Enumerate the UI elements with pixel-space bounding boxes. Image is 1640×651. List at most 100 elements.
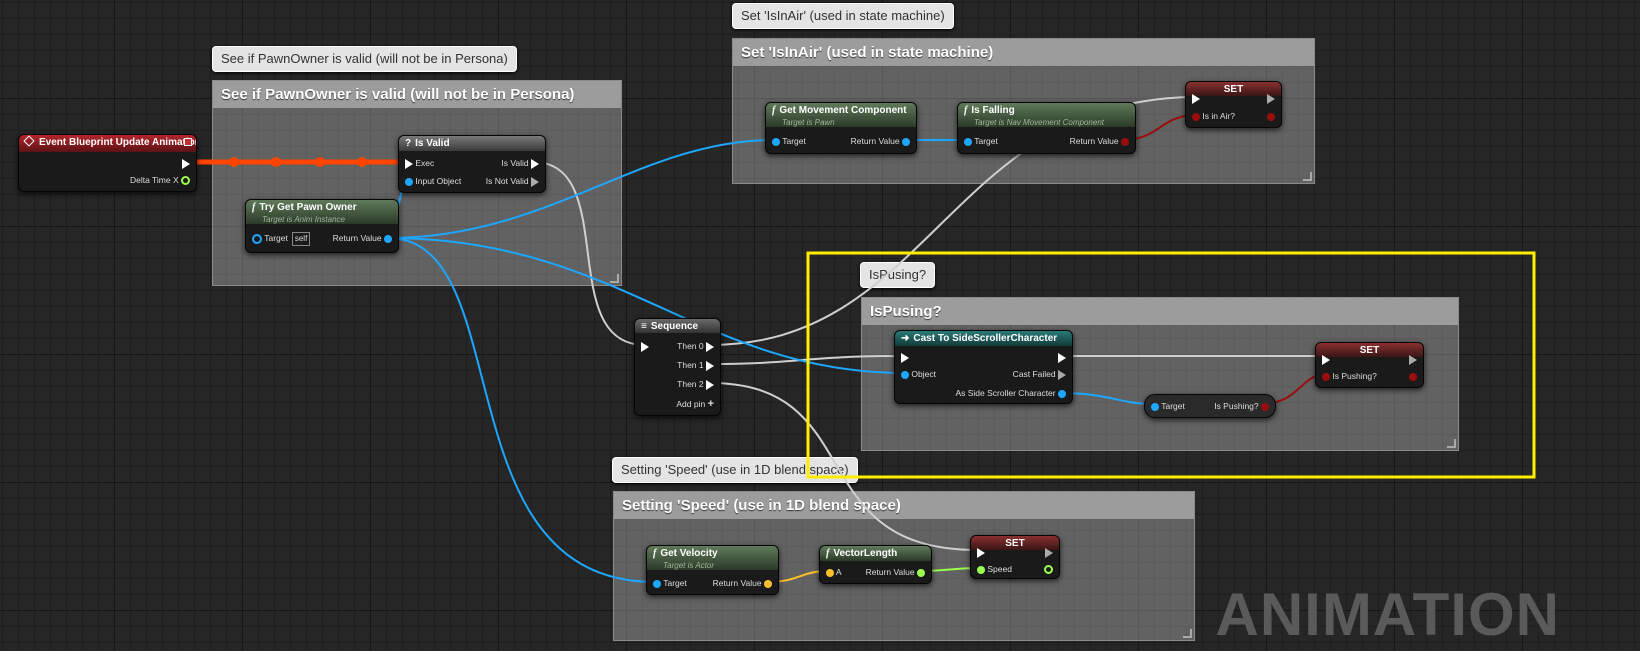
node-set-is-pushing[interactable]: SET Is Pushing? — [1315, 342, 1424, 388]
pin-as-sidescroller[interactable]: As Side Scroller Character — [955, 387, 1066, 399]
pin-is-pushing[interactable]: Is Pushing? — [1214, 400, 1269, 412]
node-title: Is Falling — [971, 105, 1015, 116]
pin-label: Target — [974, 136, 998, 146]
exec-arrow-icon — [901, 352, 909, 363]
node-header[interactable]: f VectorLength — [820, 546, 931, 561]
function-icon: f — [772, 105, 776, 116]
pin-exec-in[interactable]: Exec — [405, 157, 434, 169]
node-title: Get Velocity — [660, 548, 718, 559]
node-header[interactable]: ➜ Cast To SideScrollerCharacter — [895, 331, 1072, 346]
pin-is-in-air-out[interactable] — [1267, 110, 1275, 122]
pin-label: As Side Scroller Character — [955, 388, 1056, 398]
pin-target[interactable]: Target — [1151, 400, 1185, 412]
pin-object[interactable]: Object — [901, 368, 936, 380]
node-try-get-pawn-owner[interactable]: f Try Get Pawn Owner Target is Anim Insta… — [245, 199, 399, 253]
pin-label: Input Object — [415, 176, 462, 186]
node-is-valid[interactable]: ? Is Valid Exec Input Object Is Valid Is … — [398, 135, 546, 193]
pin-is-in-air[interactable]: Is in Air? — [1192, 110, 1235, 122]
exec-in-pin[interactable] — [901, 351, 909, 363]
pin-label: Speed — [987, 564, 1012, 574]
pin-target[interactable]: Target — [653, 577, 687, 589]
node-header[interactable]: ? Is Valid — [399, 136, 545, 151]
node-vector-length[interactable]: f VectorLength A Return Value — [819, 545, 932, 584]
node-set-speed[interactable]: SET Speed — [970, 535, 1060, 579]
pin-speed-out[interactable] — [1044, 563, 1053, 575]
exec-arrow-outline-icon — [1409, 354, 1417, 365]
pin-return-value[interactable]: Return Value — [851, 135, 910, 147]
bool-pin-icon — [1409, 372, 1417, 381]
exec-out-pin[interactable] — [1409, 353, 1417, 365]
node-header[interactable]: f Get Movement Component Target is Pawn — [766, 103, 916, 127]
exec-out-pin[interactable] — [1058, 351, 1066, 363]
pin-cast-failed[interactable]: Cast Failed — [1013, 368, 1066, 380]
pin-input-object[interactable]: Input Object — [405, 175, 461, 187]
exec-arrow-outline-icon — [531, 176, 539, 187]
close-square-icon — [184, 138, 192, 146]
object-pin-icon — [964, 137, 972, 146]
node-title: Get Movement Component — [779, 105, 907, 116]
object-wire-pawn-getvelocity — [387, 237, 656, 583]
pin-then-0[interactable]: Then 0 — [677, 340, 714, 352]
pin-label: Is Valid — [501, 158, 529, 168]
exec-in-pin[interactable] — [977, 546, 985, 558]
bool-pin-icon — [1121, 137, 1129, 146]
function-icon: f — [826, 548, 830, 559]
pin-is-pushing-out[interactable] — [1409, 370, 1417, 382]
exec-arrow-icon — [706, 360, 714, 371]
exec-in-pin[interactable] — [641, 340, 649, 352]
pin-target[interactable]: Target — [772, 135, 806, 147]
node-header[interactable]: SET — [1316, 343, 1423, 357]
node-subtitle: Target is Anim Instance — [262, 215, 346, 224]
pin-is-valid[interactable]: Is Valid — [501, 157, 539, 169]
pin-speed[interactable]: Speed — [977, 563, 1012, 575]
self-default-value[interactable]: self — [291, 232, 311, 246]
exec-in-pin[interactable] — [1192, 92, 1200, 104]
pin-target[interactable]: Target — [964, 135, 998, 147]
exec-wire-knot — [315, 157, 325, 167]
pin-then-1[interactable]: Then 1 — [677, 359, 714, 371]
exec-out-pin[interactable] — [1045, 546, 1053, 558]
node-header[interactable]: Event Blueprint Update Animation — [19, 135, 196, 152]
node-get-is-pushing[interactable]: Target Is Pushing? — [1144, 394, 1276, 418]
node-set-is-in-air[interactable]: SET Is in Air? — [1185, 81, 1282, 128]
pin-delta-time[interactable]: Delta Time X — [130, 174, 190, 186]
exec-arrow-icon — [1058, 352, 1066, 363]
node-title: SET — [1223, 84, 1244, 95]
node-cast-to-sidescroller[interactable]: ➜ Cast To SideScrollerCharacter Object Ca… — [894, 330, 1073, 404]
float-pin-icon — [1044, 565, 1053, 575]
node-title: Sequence — [650, 321, 699, 332]
pin-is-pushing[interactable]: Is Pushing? — [1322, 370, 1377, 382]
node-get-velocity[interactable]: f Get Velocity Target is Actor Target Ret… — [646, 545, 779, 595]
bool-pin-icon — [1267, 112, 1275, 121]
function-icon: f — [252, 202, 256, 213]
exec-in-pin[interactable] — [1322, 353, 1330, 365]
pin-return-value[interactable]: Return Value — [1070, 135, 1129, 147]
node-header[interactable]: f Get Velocity Target is Actor — [647, 546, 778, 570]
node-get-movement-component[interactable]: f Get Movement Component Target is Pawn T… — [765, 102, 917, 154]
pin-label: Is in Air? — [1202, 111, 1235, 121]
node-title: VectorLength — [833, 548, 898, 559]
pin-return-value[interactable]: Return Value — [866, 566, 925, 578]
node-header[interactable]: f Try Get Pawn Owner Target is Anim Insta… — [246, 200, 398, 224]
node-header[interactable]: f Is Falling Target is Nav Movement Compo… — [958, 103, 1135, 127]
pin-return-value[interactable]: Return Value — [333, 232, 392, 244]
bool-pin-icon — [1192, 112, 1200, 121]
node-event-update-animation[interactable]: Event Blueprint Update Animation Delta T… — [18, 134, 197, 192]
pin-is-not-valid[interactable]: Is Not Valid — [486, 175, 539, 187]
pin-label: Exec — [415, 158, 435, 168]
exec-out-pin[interactable] — [182, 157, 190, 169]
pin-a[interactable]: A — [826, 566, 842, 578]
pin-label: Target — [782, 136, 806, 146]
add-pin-button[interactable]: Add pin + — [676, 398, 714, 410]
node-sequence[interactable]: ≡ Sequence Then 0 Then 1 Then 2 Add pin + — [634, 318, 721, 416]
exec-out-pin[interactable] — [1267, 92, 1275, 104]
pin-target[interactable]: Target self — [252, 232, 311, 246]
node-is-falling[interactable]: f Is Falling Target is Nav Movement Compo… — [957, 102, 1136, 154]
pin-label: Return Value — [712, 578, 762, 588]
exec-arrow-icon — [182, 158, 190, 169]
exec-wire-knot — [357, 157, 367, 167]
graph-canvas[interactable]: See if PawnOwner is valid (will not be i… — [0, 0, 1640, 651]
pin-return-value[interactable]: Return Value — [713, 577, 772, 589]
pin-then-2[interactable]: Then 2 — [677, 378, 714, 390]
node-header[interactable]: ≡ Sequence — [635, 319, 720, 333]
